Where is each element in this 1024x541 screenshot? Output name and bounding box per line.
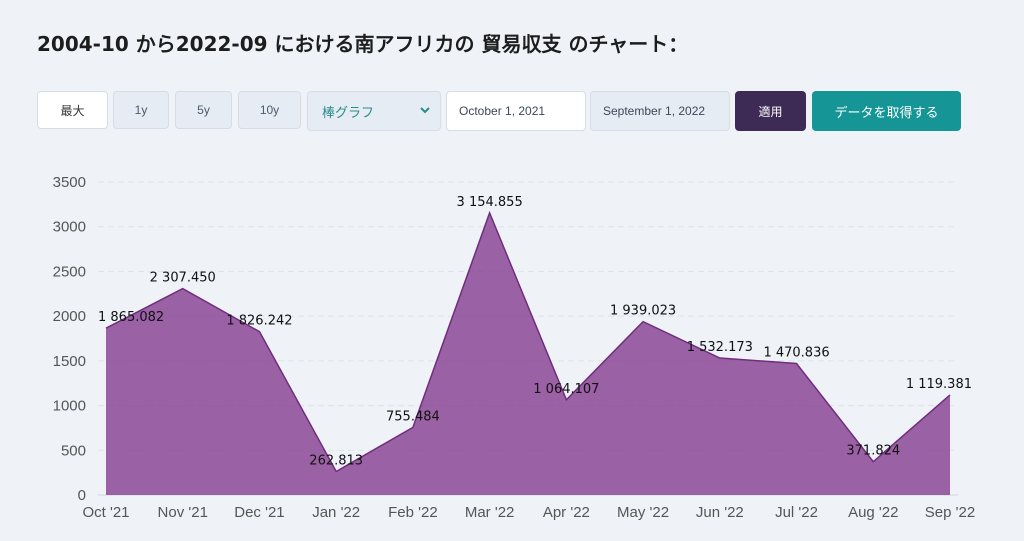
data-label: 755.484: [386, 409, 440, 424]
date-to-input[interactable]: September 1, 2022: [590, 91, 730, 131]
y-tick-label: 1000: [53, 398, 86, 415]
x-tick-label: Nov '21: [158, 504, 208, 521]
data-label: 1 532.173: [687, 340, 753, 355]
data-label: 1 826.242: [226, 314, 292, 329]
data-label: 2 307.450: [150, 271, 216, 286]
y-tick-label: 3000: [53, 219, 86, 236]
chevron-down-icon: [420, 107, 430, 114]
y-tick-label: 2000: [53, 308, 86, 325]
x-tick-label: Jun '22: [696, 504, 744, 521]
range-5y-button[interactable]: 5y: [175, 91, 232, 129]
data-label: 1 470.836: [763, 345, 829, 360]
x-tick-label: Sep '22: [925, 504, 975, 521]
y-tick-label: 3500: [53, 174, 86, 191]
x-tick-label: Apr '22: [543, 504, 590, 521]
x-tick-label: May '22: [617, 504, 669, 521]
y-tick-label: 1500: [53, 353, 86, 370]
range-1y-button[interactable]: 1y: [113, 91, 169, 129]
x-tick-label: Oct '21: [82, 504, 129, 521]
y-tick-label: 0: [78, 487, 86, 504]
range-max-button[interactable]: 最大: [37, 91, 108, 129]
data-label: 1 939.023: [610, 304, 676, 319]
data-label: 262.813: [309, 453, 363, 468]
trade-balance-chart: 0 500 1000 1500 2000 2500 3000 3500 1 865.082 2 …: [53, 174, 976, 521]
data-label: 1 119.381: [906, 377, 972, 392]
x-tick-label: Feb '22: [388, 504, 438, 521]
get-data-button[interactable]: データを取得する: [812, 91, 961, 131]
x-tick-label: Dec '21: [234, 504, 284, 521]
chart-type-select[interactable]: 棒グラフ: [307, 91, 441, 131]
x-axis-ticks: Oct '21 Nov '21 Dec '21 Jan '22 Feb '22 Mar '…: [82, 504, 975, 521]
y-tick-label: 2500: [53, 263, 86, 280]
x-tick-label: Mar '22: [465, 504, 515, 521]
data-label: 3 154.855: [457, 195, 523, 210]
chart-type-value: 棒グラフ: [322, 105, 375, 121]
data-label: 1 865.082: [98, 310, 164, 325]
page-title: 2004-10 から2022-09 における南アフリカの 貿易収支 のチャート：: [37, 32, 689, 56]
y-tick-label: 500: [61, 442, 86, 459]
apply-button[interactable]: 適用: [735, 91, 806, 131]
data-label: 1 064.107: [533, 382, 599, 397]
x-tick-label: Jan '22: [312, 504, 360, 521]
y-axis-ticks: 0 500 1000 1500 2000 2500 3000 3500: [53, 174, 86, 504]
x-tick-label: Jul '22: [775, 504, 818, 521]
data-label: 371.824: [846, 444, 900, 459]
range-10y-button[interactable]: 10y: [238, 91, 301, 129]
x-tick-label: Aug '22: [848, 504, 898, 521]
date-from-input[interactable]: October 1, 2021: [446, 91, 586, 131]
